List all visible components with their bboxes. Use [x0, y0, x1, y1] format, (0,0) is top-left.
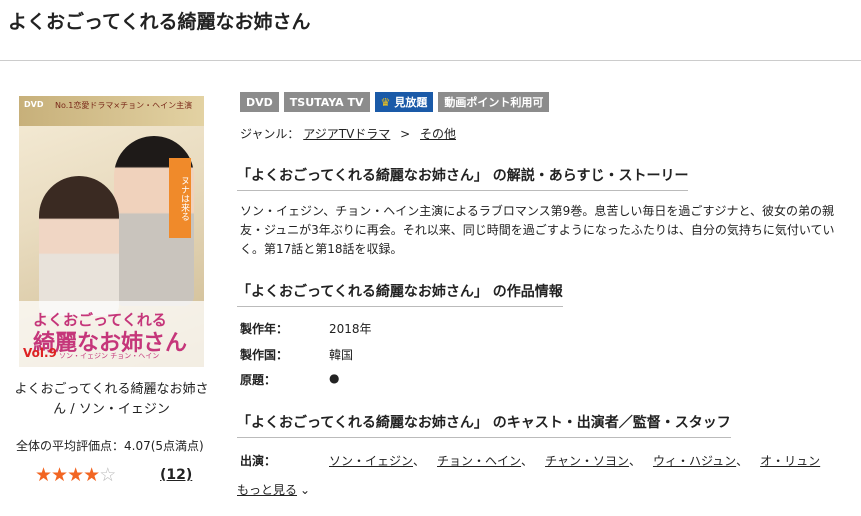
- cover-tagline: No.1恋愛ドラマ×チョン・ヘイン主演: [55, 101, 193, 110]
- cover-cast: ソン・イェジン チョン・ヘイン: [59, 352, 160, 360]
- info-value-country: 韓国: [329, 348, 354, 362]
- genre-link-other[interactable]: その他: [420, 127, 456, 141]
- cast-link[interactable]: チョン・ヘイン: [437, 452, 521, 469]
- rating-stars: ★★★★☆: [35, 464, 116, 486]
- info-value-year: 2018年: [329, 322, 372, 336]
- header-divider: [0, 60, 861, 61]
- cover-dvd-label: DVD: [24, 100, 44, 109]
- star-icon: ★: [35, 464, 52, 486]
- show-more-link[interactable]: もっと見る ⌄: [237, 481, 310, 498]
- badge-unlimited: ♛ 見放題: [374, 92, 434, 112]
- cover-volume: Vol.9: [23, 346, 57, 360]
- cover-actress-figure: [39, 176, 119, 316]
- info-label-original-title: 原題：: [240, 373, 277, 387]
- cast-link[interactable]: ウィ・ハジュン: [653, 452, 736, 469]
- average-rating: 全体の平均評価点：4.07(5点満点): [16, 439, 204, 453]
- synopsis-heading: 「よくおごってくれる綺麗なお姉さん」 の解説・あらすじ・ストーリー: [237, 165, 689, 191]
- cast-separator: 、: [736, 454, 749, 468]
- cover-logo-line1: よくおごってくれる: [33, 311, 167, 329]
- work-name: よくおごってくれる綺麗なお姉さん / ソン・イェジン: [14, 382, 209, 417]
- cast-label: 出演：: [240, 454, 277, 468]
- info-value-original-title: ●: [329, 371, 340, 385]
- page-title: よくおごってくれる綺麗なお姉さん: [8, 11, 311, 33]
- cast-separator: 、: [413, 454, 426, 468]
- badge-unlimited-label: 見放題: [394, 96, 428, 109]
- cover-subtitle: ヌナは来る: [169, 158, 191, 238]
- badge-tsutaya-tv: TSUTAYA TV: [283, 92, 370, 112]
- show-more-label: もっと見る: [237, 483, 298, 497]
- cover-logo: よくおごってくれる 綺麗なお姉さん: [33, 308, 203, 356]
- cast-link[interactable]: ソン・イェジン: [329, 452, 413, 469]
- crown-icon: ♛: [380, 95, 391, 109]
- star-empty-icon: ☆: [99, 464, 116, 486]
- cast-separator: 、: [628, 454, 641, 468]
- info-label-country: 製作国：: [240, 348, 289, 362]
- synopsis-text: ソン・イェジン、チョン・ヘイン主演によるラブロマンス第9巻。息苦しい毎日を過ごす…: [240, 204, 835, 256]
- work-info-heading: 「よくおごってくれる綺麗なお姉さん」 の作品情報: [237, 281, 563, 307]
- service-badges: DVD TSUTAYA TV ♛ 見放題 動画ポイント利用可: [240, 92, 550, 112]
- review-count-link[interactable]: (12): [160, 467, 192, 483]
- star-icon: ★: [67, 464, 84, 486]
- chevron-down-icon: ⌄: [300, 483, 311, 497]
- badge-dvd: DVD: [240, 92, 279, 112]
- cast-heading: 「よくおごってくれる綺麗なお姉さん」 のキャスト・出演者／監督・スタッフ: [237, 412, 731, 438]
- cast-separator: 、: [521, 454, 534, 468]
- info-label-year: 製作年：: [240, 322, 289, 336]
- star-icon: ★: [83, 464, 100, 486]
- star-icon: ★: [51, 464, 68, 486]
- genre-label: ジャンル：: [240, 127, 300, 141]
- dvd-cover-image[interactable]: DVD No.1恋愛ドラマ×チョン・ヘイン主演 ヌナは来る よくおごってくれる …: [19, 96, 204, 367]
- genre-breadcrumb: ジャンル： アジアTVドラマ > その他: [240, 125, 456, 142]
- genre-link-asian-tv-drama[interactable]: アジアTVドラマ: [303, 127, 390, 141]
- cast-list: ソン・イェジン、 チョン・ヘイン、 チャン・ソヨン、 ウィ・ハジュン、 オ・リュ…: [329, 452, 820, 469]
- genre-separator: >: [400, 127, 411, 141]
- cast-link[interactable]: チャン・ソヨン: [545, 452, 629, 469]
- badge-point-usable: 動画ポイント利用可: [438, 92, 550, 112]
- cast-link[interactable]: オ・リュン: [760, 452, 820, 469]
